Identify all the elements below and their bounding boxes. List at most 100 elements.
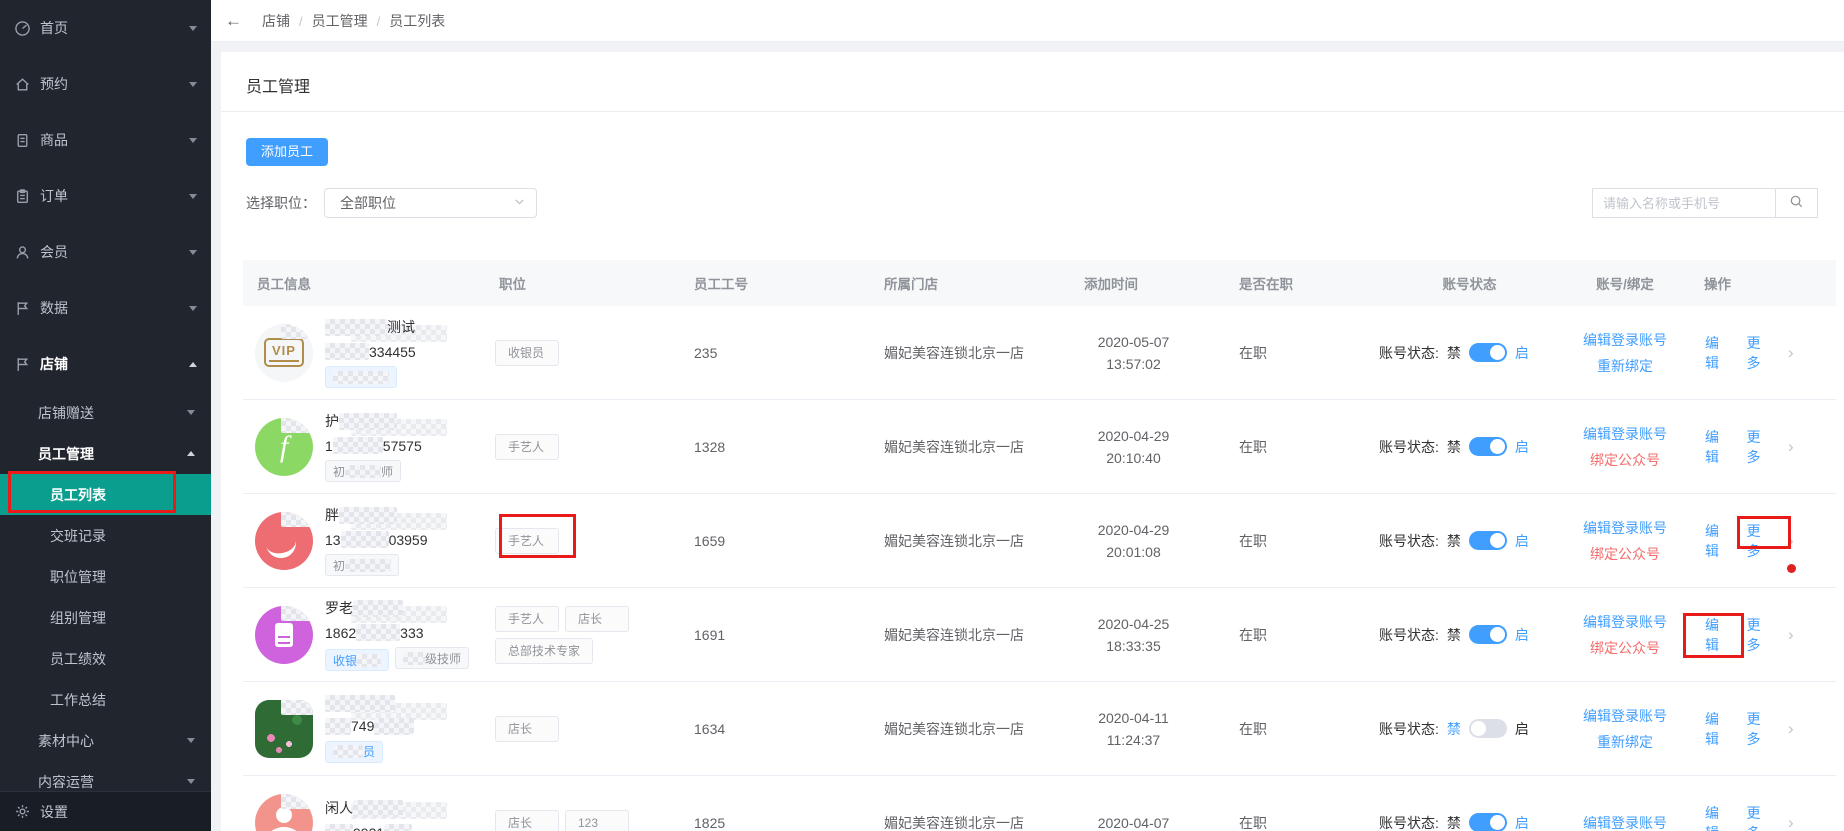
link-编辑登录账号[interactable]: 编辑登录账号: [1560, 515, 1690, 541]
link-编辑登录账号[interactable]: 编辑登录账号: [1560, 810, 1690, 831]
sidebar-subitem-职位管理[interactable]: 职位管理: [0, 556, 211, 597]
employee-level-tags: 初师: [325, 460, 422, 482]
sidebar-item-数据[interactable]: 数据: [0, 280, 211, 336]
sidebar-item-商品[interactable]: 商品: [0, 112, 211, 168]
row-expand-chevron-icon[interactable]: ›: [1788, 813, 1812, 831]
edit-link[interactable]: 编辑: [1705, 803, 1733, 831]
more-link[interactable]: 更多: [1747, 521, 1775, 561]
edit-link[interactable]: 编辑: [1705, 333, 1733, 373]
link-绑定公众号[interactable]: 绑定公众号: [1560, 635, 1690, 661]
sidebar-subitem-店铺赠送[interactable]: 店铺赠送: [0, 392, 211, 433]
status-label: 账号状态:: [1379, 532, 1439, 549]
position-chip-店长: 店长: [495, 715, 559, 742]
privacy-mosaic: [281, 793, 313, 809]
row-expand-chevron-icon[interactable]: ›: [1788, 437, 1812, 457]
visible-text: 9931: [353, 825, 384, 831]
sidebar-item-label: 会员: [40, 244, 68, 260]
sidebar-subitem-组别管理[interactable]: 组别管理: [0, 597, 211, 638]
link-绑定公众号[interactable]: 绑定公众号: [1560, 541, 1690, 567]
link-编辑登录账号[interactable]: 编辑登录账号: [1560, 327, 1690, 353]
breadcrumb-item-员工管理[interactable]: 员工管理: [312, 13, 368, 29]
account-status-toggle[interactable]: [1468, 437, 1507, 456]
disable-label: 禁: [1446, 814, 1461, 831]
sidebar-subitem-素材中心[interactable]: 素材中心: [0, 720, 211, 761]
account-bind-cell: 编辑登录账号 绑定公众号: [1560, 421, 1690, 473]
visible-text: 罗老: [325, 600, 353, 616]
row-expand-chevron-icon[interactable]: ›: [1788, 719, 1812, 739]
more-link[interactable]: 更多: [1747, 803, 1775, 831]
on-duty-cell: 在职: [1239, 344, 1267, 361]
employee-info-cell: 749 员: [243, 694, 485, 763]
on-duty-cell: 在职: [1239, 720, 1267, 737]
sidebar-subitem-员工绩效[interactable]: 员工绩效: [0, 638, 211, 679]
edit-link[interactable]: 编辑: [1705, 615, 1733, 655]
clipboard-icon: [275, 622, 293, 647]
added-time-cell: 2020-04-11 11:24:37: [1070, 707, 1225, 751]
added-time-cell: 2020-04-29 20:01:08: [1070, 519, 1225, 563]
sidebar-subitem-label: 员工管理: [38, 445, 94, 462]
more-link[interactable]: 更多: [1747, 333, 1775, 373]
position-chip-总部技术专家: 总部技术专家: [495, 637, 594, 664]
sidebar-item-会员[interactable]: 会员: [0, 224, 211, 280]
edit-link[interactable]: 编辑: [1705, 427, 1733, 467]
more-link[interactable]: 更多: [1747, 709, 1775, 749]
table-row: 胖 13 03959 初 手艺人 1659 媚妃美容连锁北京一店 2020-04-29 20:0…: [243, 494, 1836, 588]
link-编辑登录账号[interactable]: 编辑登录账号: [1560, 421, 1690, 447]
sidebar-subitem-员工列表[interactable]: 员工列表: [0, 474, 211, 515]
employee-info-cell: f 护 1 57575 初师: [243, 411, 485, 482]
sidebar-item-预约[interactable]: 预约: [0, 56, 211, 112]
breadcrumb-item-店铺[interactable]: 店铺: [262, 13, 290, 29]
add-employee-button[interactable]: 添加员工: [246, 138, 329, 166]
breadcrumb-item-员工列表[interactable]: 员工列表: [389, 13, 445, 29]
account-status-toggle[interactable]: [1468, 625, 1507, 644]
account-status-toggle[interactable]: [1468, 719, 1507, 738]
account-bind-cell: 编辑登录账号 重新绑定: [1560, 703, 1690, 755]
row-expand-chevron-icon[interactable]: ›: [1788, 625, 1812, 645]
sidebar-item-设置[interactable]: 设置: [0, 791, 211, 831]
sidebar-item-店铺[interactable]: 店铺: [0, 336, 211, 392]
account-status-toggle[interactable]: [1468, 343, 1507, 362]
search-button[interactable]: [1775, 188, 1818, 218]
link-编辑登录账号[interactable]: 编辑登录账号: [1560, 609, 1690, 635]
sidebar-subitem-label: 职位管理: [50, 568, 106, 585]
table-row: VIP 测试 334455 收银员 235 媚妃美容连锁北京一店 2020-05-07 13:…: [243, 306, 1836, 400]
position-select[interactable]: 全部职位: [324, 188, 537, 218]
link-编辑登录账号[interactable]: 编辑登录账号: [1560, 703, 1690, 729]
sidebar-subitem-员工管理[interactable]: 员工管理: [0, 433, 211, 474]
visible-text: 初: [333, 464, 346, 479]
gauge-icon: [14, 20, 31, 37]
account-status-cell: 账号状态: 禁 启: [1379, 625, 1560, 645]
link-重新绑定[interactable]: 重新绑定: [1560, 353, 1690, 379]
table-row: 749 员 店长 1634 媚妃美容连锁北京一店 2020-04-11 11:24:37 在职…: [243, 682, 1836, 776]
sidebar-subitem-工作总结[interactable]: 工作总结: [0, 679, 211, 720]
row-expand-chevron-icon[interactable]: ›: [1788, 343, 1812, 363]
account-status-toggle[interactable]: [1468, 531, 1507, 550]
privacy-mosaic: [333, 370, 389, 384]
employee-info-cell: 胖 13 03959 初: [243, 505, 485, 576]
link-绑定公众号[interactable]: 绑定公众号: [1560, 447, 1690, 473]
table-row: 罗老 1862 333 收银 级技师 手艺人 店长 总部技术专家 1691 媚妃美容连锁北京一店 2…: [243, 588, 1836, 682]
added-time-cell: 2020-04-25 18:33:35: [1070, 613, 1225, 657]
position-cell: 店长 123: [485, 807, 675, 831]
chevron-down-icon: [187, 779, 195, 788]
search-input[interactable]: [1592, 188, 1775, 218]
sidebar-item-订单[interactable]: 订单: [0, 168, 211, 224]
disable-label: 禁: [1446, 626, 1461, 643]
more-link[interactable]: 更多: [1747, 427, 1775, 467]
status-label: 账号状态:: [1379, 626, 1439, 643]
account-status-toggle[interactable]: [1468, 813, 1507, 831]
edit-link[interactable]: 编辑: [1705, 521, 1733, 561]
employee-phone: 334455: [325, 343, 416, 360]
visible-text: 13: [325, 531, 341, 548]
privacy-mosaic: [281, 699, 313, 715]
edit-link[interactable]: 编辑: [1705, 709, 1733, 749]
position-chip-店长: 店长: [565, 605, 629, 632]
actions-cell: 编辑更多: [1690, 615, 1788, 655]
more-link[interactable]: 更多: [1747, 615, 1775, 655]
link-重新绑定[interactable]: 重新绑定: [1560, 729, 1690, 755]
privacy-mosaic: [345, 464, 382, 478]
back-arrow-icon[interactable]: ←: [225, 11, 242, 31]
sidebar-subitem-交班记录[interactable]: 交班记录: [0, 515, 211, 556]
sidebar-item-首页[interactable]: 首页: [0, 0, 211, 56]
row-expand-chevron-icon[interactable]: ›: [1788, 531, 1812, 551]
